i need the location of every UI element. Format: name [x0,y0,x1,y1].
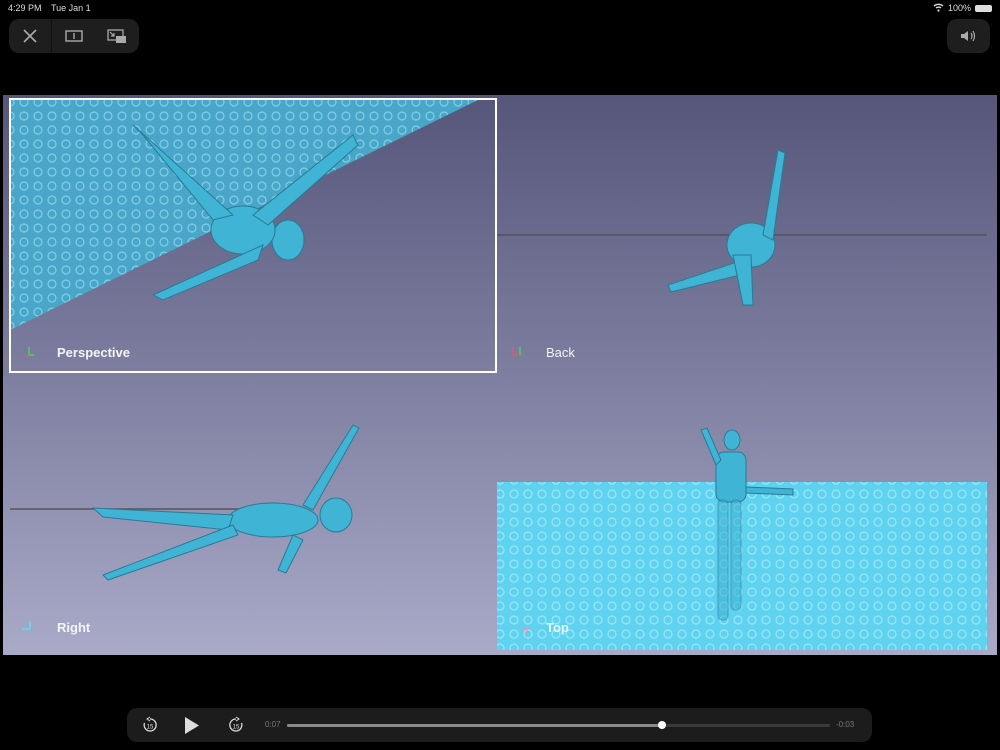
aspect-fit-icon [64,30,83,42]
axis-gizmo-icon [512,347,522,356]
skip-forward-15-icon: 15 [229,716,243,732]
viewport-label-back: Back [546,345,575,360]
viewport-label-top: Top [546,620,569,635]
viewport-label-right: Right [57,620,91,635]
playback-controls: 15 15 0:07 -0:03 [127,708,872,742]
pip-icon [106,28,126,43]
status-date: Tue Jan 1 [51,3,91,13]
close-button[interactable] [9,19,52,53]
scrubber-thumb[interactable] [657,721,666,729]
skip-back-button[interactable]: 15 [141,716,159,739]
video-frame[interactable]: Perspective Back Right Top [3,95,997,655]
speaker-icon [960,30,975,42]
close-icon [23,29,37,43]
axis-gizmo-icon [22,621,31,630]
fit-screen-button[interactable] [52,19,95,53]
wifi-icon [933,3,944,14]
play-button[interactable] [184,717,200,739]
scrubber-progress [287,724,662,727]
volume-button[interactable] [947,19,990,53]
battery-percent: 100% [948,3,972,13]
axis-gizmo-icon [522,627,532,635]
axis-gizmo-icon [25,347,34,357]
scrubber[interactable] [287,721,830,729]
status-time: 4:29 PM [8,3,42,13]
skip-forward-button[interactable]: 15 [227,716,245,739]
play-icon [185,717,199,734]
viewport-label-perspective: Perspective [57,345,130,360]
remaining-time: -0:03 [836,720,855,729]
elapsed-time: 0:07 [265,720,281,729]
picture-in-picture-button[interactable] [95,19,138,53]
figure-right [91,424,360,581]
top-controls [9,19,139,53]
svg-text:15: 15 [233,725,240,731]
viewport-perspective-active-frame[interactable] [9,98,497,373]
battery-icon [975,5,992,12]
figure-back [667,149,786,306]
top-ground-plane [497,482,987,650]
svg-text:15: 15 [147,725,154,731]
skip-back-15-icon: 15 [143,716,157,732]
